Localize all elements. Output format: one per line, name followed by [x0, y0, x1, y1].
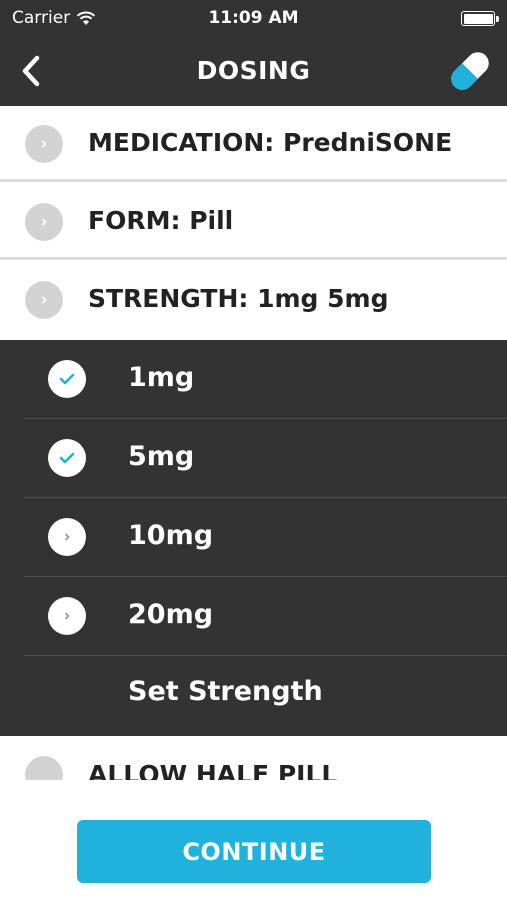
row-indicator-icon	[25, 756, 63, 780]
strength-option-label: 20mg	[128, 599, 214, 630]
medication-value: PredniSONE	[283, 128, 453, 157]
strength-option-10mg[interactable]: 10mg	[24, 498, 507, 577]
chevron-right-icon	[48, 597, 86, 635]
strength-options-panel: 1mg 5mg 10mg 20mg Set Strength	[0, 340, 507, 736]
set-strength-button[interactable]: Set Strength	[128, 676, 323, 707]
strength-row[interactable]: STRENGTH: 1mg 5mg	[0, 262, 507, 340]
row-indicator-icon	[25, 281, 63, 319]
allow-half-pill-row[interactable]: ALLOW HALF PILL	[0, 736, 507, 780]
form-label: FORM: Pill	[88, 206, 233, 235]
strength-key: STRENGTH:	[88, 284, 249, 313]
chevron-right-icon	[48, 518, 86, 556]
navigation-bar: DOSING	[0, 36, 507, 106]
strength-option-1mg[interactable]: 1mg	[24, 340, 507, 419]
page-title: DOSING	[196, 56, 311, 85]
medication-row[interactable]: MEDICATION: PredniSONE	[0, 106, 507, 182]
row-indicator-icon	[25, 125, 63, 163]
pill-button[interactable]	[445, 46, 495, 96]
continue-button[interactable]: CONTINUE	[77, 820, 431, 883]
battery-icon	[461, 11, 499, 26]
allow-half-pill-label: ALLOW HALF PILL	[88, 760, 338, 780]
checkmark-icon	[48, 360, 86, 398]
strength-option-20mg[interactable]: 20mg	[24, 577, 507, 656]
strength-label: STRENGTH: 1mg 5mg	[88, 284, 388, 313]
medication-key: MEDICATION:	[88, 128, 275, 157]
medication-label: MEDICATION: PredniSONE	[88, 128, 452, 157]
strength-value: 1mg 5mg	[257, 284, 389, 313]
clock: 11:09 AM	[208, 8, 299, 28]
strength-option-label: 10mg	[128, 520, 214, 551]
pill-icon	[451, 52, 489, 90]
status-bar: Carrier 11:09 AM	[0, 0, 507, 36]
checkmark-icon	[48, 439, 86, 477]
form-value: Pill	[189, 206, 234, 235]
strength-option-label: 5mg	[128, 441, 195, 472]
form-row[interactable]: FORM: Pill	[0, 184, 507, 260]
row-indicator-icon	[25, 203, 63, 241]
strength-option-label: 1mg	[128, 362, 195, 393]
strength-option-5mg[interactable]: 5mg	[24, 419, 507, 498]
form-key: FORM:	[88, 206, 181, 235]
